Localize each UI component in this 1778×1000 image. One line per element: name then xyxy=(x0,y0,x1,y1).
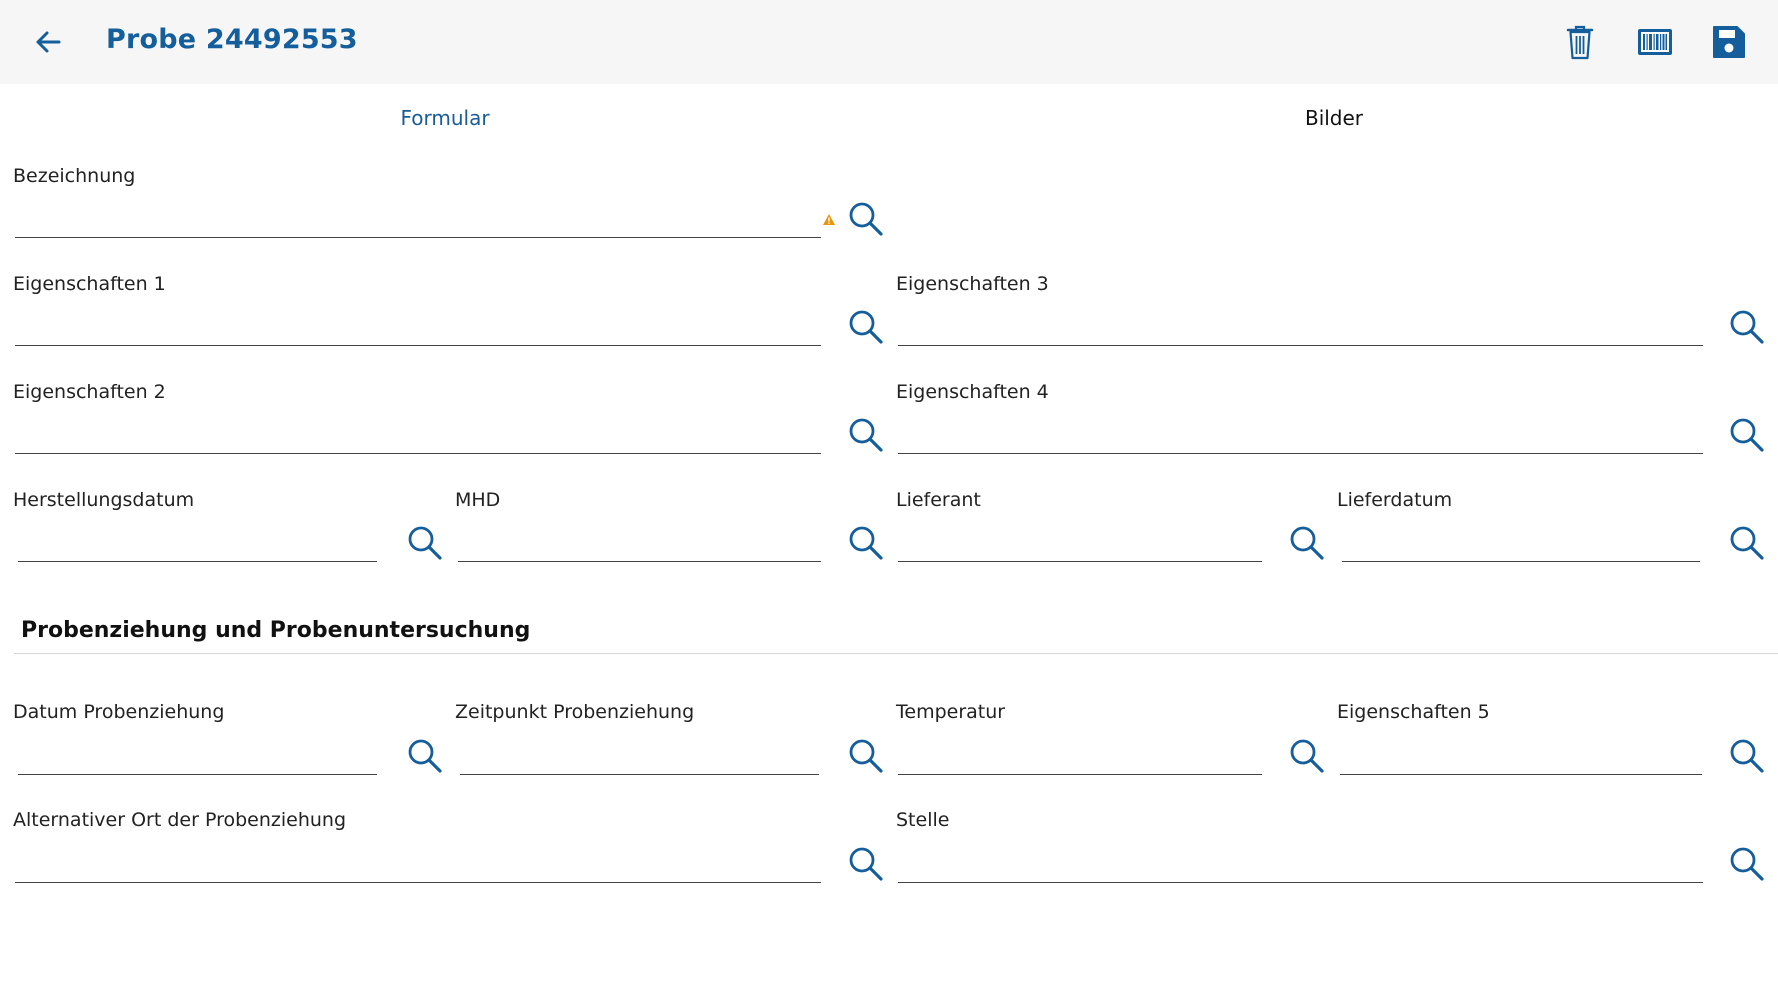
zeitpunkt-probenziehung-label: Zeitpunkt Probenziehung xyxy=(455,701,695,723)
warning-icon xyxy=(822,213,836,226)
eigenschaften3-label: Eigenschaften 3 xyxy=(896,273,1049,295)
eigenschaften1-label: Eigenschaften 1 xyxy=(13,273,166,295)
save-button[interactable] xyxy=(1709,22,1749,62)
back-button[interactable] xyxy=(28,22,68,62)
stelle-input[interactable] xyxy=(898,882,1703,883)
search-icon xyxy=(1290,526,1324,560)
search-icon xyxy=(1730,526,1764,560)
alternativer-ort-input[interactable] xyxy=(15,882,821,883)
mhd-search-button[interactable] xyxy=(847,524,885,562)
eigenschaften1-search-button[interactable] xyxy=(847,308,885,346)
datum-probenziehung-search-button[interactable] xyxy=(406,737,444,775)
eigenschaften2-label: Eigenschaften 2 xyxy=(13,381,166,403)
delete-button[interactable] xyxy=(1560,22,1600,62)
lieferdatum-label: Lieferdatum xyxy=(1337,489,1453,511)
tab-formular[interactable]: Formular xyxy=(400,106,489,130)
lieferdatum-search-button[interactable] xyxy=(1728,524,1766,562)
search-icon xyxy=(1730,847,1764,881)
lieferant-input[interactable] xyxy=(898,561,1262,562)
eigenschaften2-input[interactable] xyxy=(15,453,821,454)
bezeichnung-label: Bezeichnung xyxy=(13,165,136,187)
tab-bilder[interactable]: Bilder xyxy=(1305,106,1363,130)
search-icon xyxy=(849,310,883,344)
search-icon xyxy=(1730,310,1764,344)
barcode-button[interactable] xyxy=(1635,22,1675,62)
datum-probenziehung-label: Datum Probenziehung xyxy=(13,701,225,723)
search-icon xyxy=(849,202,883,236)
search-icon xyxy=(849,418,883,452)
lieferant-search-button[interactable] xyxy=(1288,524,1326,562)
zeitpunkt-probenziehung-input[interactable] xyxy=(460,774,819,775)
search-icon xyxy=(849,847,883,881)
temperatur-label: Temperatur xyxy=(896,701,1006,723)
search-icon xyxy=(849,739,883,773)
eigenschaften4-label: Eigenschaften 4 xyxy=(896,381,1049,403)
trash-icon xyxy=(1566,25,1594,60)
alternativer-ort-search-button[interactable] xyxy=(847,845,885,883)
lieferdatum-input[interactable] xyxy=(1342,561,1700,562)
eigenschaften1-input[interactable] xyxy=(15,345,821,346)
search-icon xyxy=(849,526,883,560)
search-icon xyxy=(1730,739,1764,773)
eigenschaften4-search-button[interactable] xyxy=(1728,416,1766,454)
search-icon xyxy=(408,739,442,773)
stelle-search-button[interactable] xyxy=(1728,845,1766,883)
bezeichnung-input[interactable] xyxy=(15,237,821,238)
eigenschaften5-input[interactable] xyxy=(1340,774,1702,775)
eigenschaften4-input[interactable] xyxy=(898,453,1703,454)
app-bar: Probe 24492553 xyxy=(0,0,1778,84)
eigenschaften3-input[interactable] xyxy=(898,345,1703,346)
page-title: Probe 24492553 xyxy=(106,24,358,55)
eigenschaften2-search-button[interactable] xyxy=(847,416,885,454)
lieferant-label: Lieferant xyxy=(896,489,981,511)
eigenschaften3-search-button[interactable] xyxy=(1728,308,1766,346)
section-divider xyxy=(14,653,1778,654)
bezeichnung-search-button[interactable] xyxy=(847,200,885,238)
save-icon xyxy=(1713,26,1745,58)
search-icon xyxy=(1730,418,1764,452)
datum-probenziehung-input[interactable] xyxy=(18,774,377,775)
herstellungsdatum-label: Herstellungsdatum xyxy=(13,489,195,511)
herstellungsdatum-input[interactable] xyxy=(18,561,377,562)
section-title: Probenziehung und Probenuntersuchung xyxy=(21,618,531,643)
barcode-icon xyxy=(1638,29,1672,55)
stelle-label: Stelle xyxy=(896,809,950,831)
zeitpunkt-probenziehung-search-button[interactable] xyxy=(847,737,885,775)
mhd-label: MHD xyxy=(455,489,501,511)
temperatur-search-button[interactable] xyxy=(1288,737,1326,775)
search-icon xyxy=(1290,739,1324,773)
herstellungsdatum-search-button[interactable] xyxy=(406,524,444,562)
eigenschaften5-search-button[interactable] xyxy=(1728,737,1766,775)
mhd-input[interactable] xyxy=(458,561,821,562)
alternativer-ort-label: Alternativer Ort der Probenziehung xyxy=(13,809,347,831)
search-icon xyxy=(408,526,442,560)
temperatur-input[interactable] xyxy=(898,774,1262,775)
eigenschaften5-label: Eigenschaften 5 xyxy=(1337,701,1490,723)
arrow-left-icon xyxy=(36,31,61,53)
